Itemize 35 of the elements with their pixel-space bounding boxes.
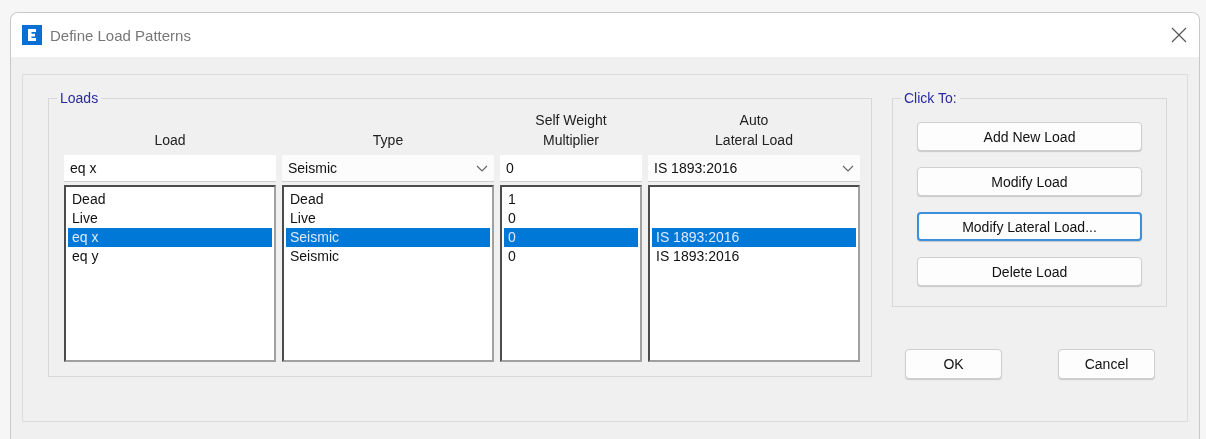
list-item[interactable]: Seismic [286, 247, 490, 266]
list-item[interactable]: eq x [68, 228, 272, 247]
chevron-down-icon [842, 164, 854, 172]
column-header: Self Weight Multiplier [535, 111, 607, 150]
list-item[interactable]: 0 [504, 247, 638, 266]
app-logo-icon [22, 25, 42, 45]
window-title: Define Load Patterns [50, 26, 192, 44]
list-item[interactable]: Live [68, 209, 272, 228]
input-field[interactable]: 0 [500, 155, 642, 182]
chevron-down-icon [476, 164, 488, 172]
list-item[interactable]: 1 [504, 190, 638, 209]
dropdown[interactable]: IS 1893:2016 [648, 155, 860, 182]
column-header: Type [372, 131, 404, 150]
list-item[interactable]: Dead [286, 190, 490, 209]
list-item[interactable]: IS 1893:2016 [652, 247, 856, 266]
list-item[interactable]: IS 1893:2016 [652, 228, 856, 247]
list-item[interactable]: Live [286, 209, 490, 228]
list-item[interactable]: eq y [68, 247, 272, 266]
action-button[interactable]: Modify Lateral Load... [917, 212, 1142, 241]
action-button[interactable]: Modify Load [917, 167, 1142, 196]
column-header: Auto Lateral Load [715, 111, 793, 150]
group-legend: Loads [57, 90, 102, 106]
list-item[interactable]: Dead [68, 190, 272, 209]
close-icon[interactable] [1171, 27, 1187, 43]
cancel-button[interactable]: Cancel [1058, 349, 1155, 379]
column-header: Load [154, 131, 186, 150]
action-button[interactable]: Add New Load [917, 122, 1142, 151]
list-item[interactable]: Seismic [286, 228, 490, 247]
input-field[interactable]: eq x [64, 155, 276, 182]
list-item[interactable]: 0 [504, 228, 638, 247]
dropdown[interactable]: Seismic [282, 155, 494, 182]
action-button[interactable]: Delete Load [917, 257, 1142, 286]
ok-button[interactable]: OK [905, 349, 1002, 379]
group-legend: Click To: [901, 90, 960, 106]
list-item[interactable]: 0 [504, 209, 638, 228]
